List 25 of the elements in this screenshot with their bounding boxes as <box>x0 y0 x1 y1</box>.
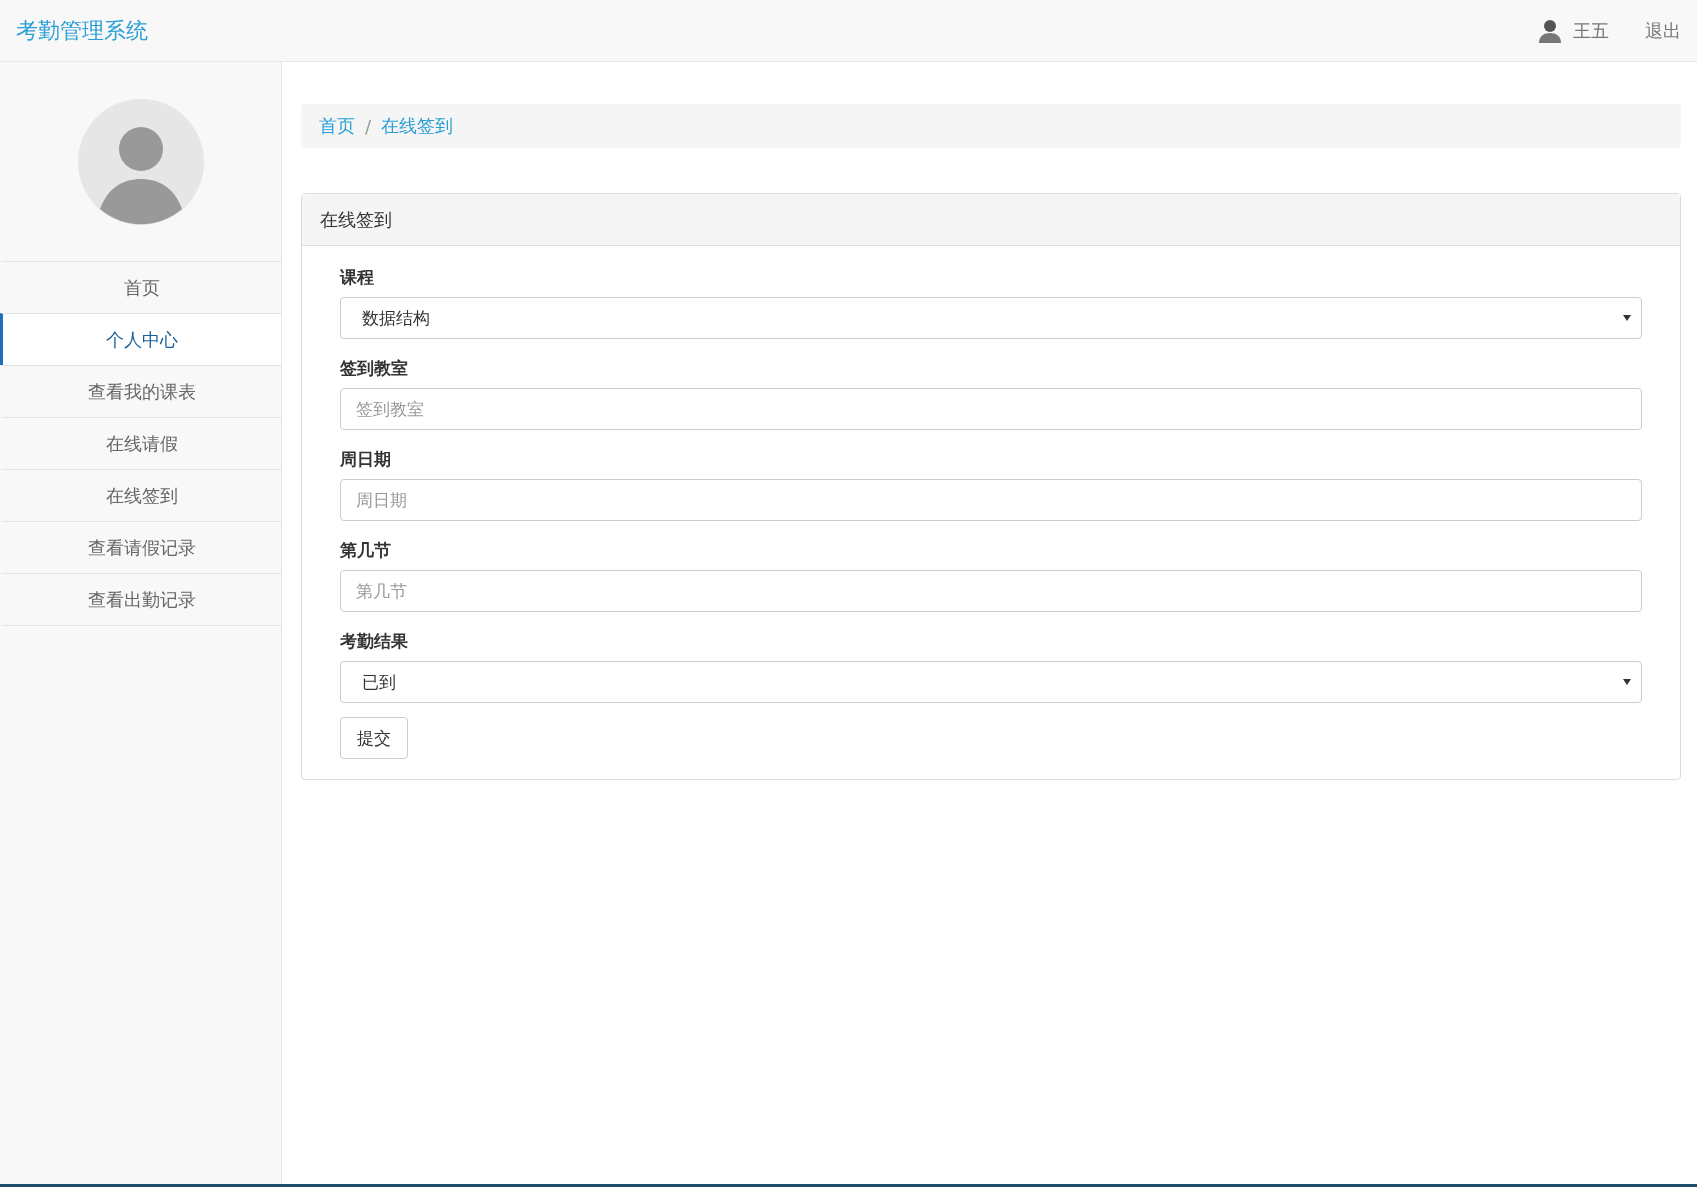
avatar-icon <box>1539 18 1561 43</box>
field-label: 第几节 <box>340 539 392 562</box>
field-label: 周日期 <box>340 448 392 471</box>
logout-link[interactable]: 退出 <box>1645 18 1681 43</box>
select-field[interactable]: 数据结构 <box>340 297 1642 339</box>
user-menu[interactable]: 王五 <box>1539 18 1609 43</box>
brand-title[interactable]: 考勤管理系统 <box>16 15 148 46</box>
input-field[interactable]: 第几节 <box>340 570 1642 612</box>
breadcrumb-separator: / <box>365 115 372 137</box>
sidebar-item[interactable]: 查看请假记录 <box>0 521 281 573</box>
sidebar-item[interactable]: 在线签到 <box>0 469 281 521</box>
submit-button[interactable]: 提交 <box>340 717 408 759</box>
field-label: 签到教室 <box>340 357 409 380</box>
sidebar-item[interactable]: 在线请假 <box>0 417 281 469</box>
input-field[interactable]: 签到教室 <box>340 388 1642 430</box>
field-label: 课程 <box>340 266 375 289</box>
select-field[interactable]: 已到 <box>340 661 1642 703</box>
field-label: 考勤结果 <box>340 630 409 653</box>
panel-title: 在线签到 <box>302 194 1680 246</box>
input-field[interactable]: 周日期 <box>340 479 1642 521</box>
sidebar-item[interactable]: 查看我的课表 <box>0 365 281 417</box>
caret-icon <box>1623 315 1631 321</box>
sidebar-item[interactable]: 个人中心 <box>0 313 281 365</box>
sidebar-item[interactable]: 查看出勤记录 <box>0 573 281 626</box>
caret-icon <box>1623 679 1631 685</box>
